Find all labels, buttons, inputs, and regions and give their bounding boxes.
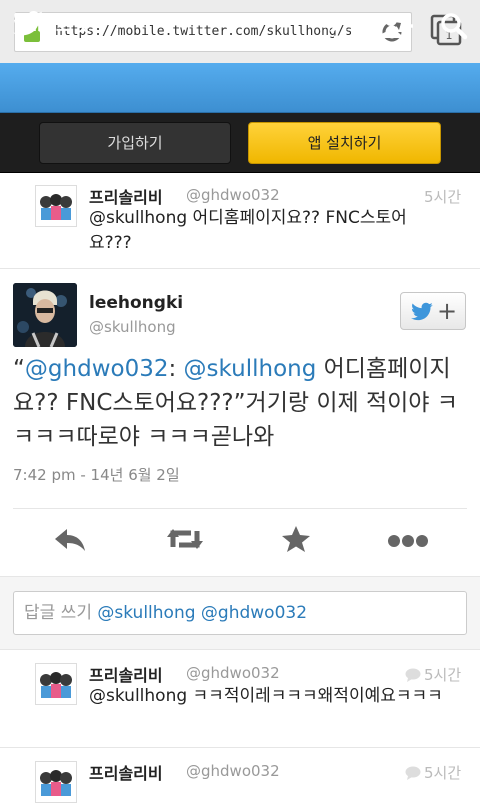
plus-icon: + [437,297,458,325]
avatar[interactable] [35,761,77,803]
divider [0,268,480,269]
search-icon[interactable] [440,12,468,44]
avatar[interactable] [35,185,77,227]
reply-placeholder: 답글 쓰기 [24,603,92,623]
colon-text: : [168,356,184,382]
tweet-time: 5시간 [424,188,462,206]
author-handle[interactable]: @ghdwo032 [186,186,280,204]
tweet-text: “@ghdwo032: @skullhong 어디홈페이지요?? FNC스토어요… [13,352,473,454]
tweet-text: @skullhong ㅋㅋ적이레ㅋㅋㅋ왜적이예요ㅋㅋㅋ [89,686,443,706]
reply-mentions: @skullhong @ghdwo032 [97,603,308,623]
quote-open: “ [13,356,25,382]
author-handle[interactable]: @ghdwo032 [186,762,280,780]
author-name[interactable]: 프리솔리비 [89,184,163,208]
mention-link[interactable]: @skullhong [184,356,317,382]
mention-link[interactable]: @ghdwo032 [25,356,169,382]
favorite-icon[interactable] [281,525,311,557]
tweet-date: 7:42 pm - 14년 6월 2일 [13,466,180,484]
signup-button[interactable]: 가입하기 [39,122,231,164]
author-name[interactable]: 프리솔리비 [89,760,163,784]
tweet-text: @skullhong 어디홈페이지요?? FNC스토어요??? [89,208,407,253]
reply-icon[interactable] [53,525,87,557]
more-icon[interactable] [387,533,429,552]
retweet-icon[interactable] [165,525,205,557]
author-handle[interactable]: @skullhong [89,318,176,336]
install-app-button[interactable]: 앱 설치하기 [248,122,441,164]
avatar[interactable] [35,663,77,705]
avatar[interactable] [13,283,77,347]
tweet-time: 5시간 [424,666,462,684]
page-title: 트윗 [56,14,91,36]
sign-in-icon[interactable] [320,12,348,44]
reply-input[interactable]: 답글 쓰기 @skullhong @ghdwo032 [13,591,467,635]
url-text[interactable]: https://mobile.twitter.com/skullhong/sta… [55,13,351,51]
follow-button[interactable]: + [400,292,466,330]
tweet-time: 5시간 [424,764,462,782]
tweet-actions [13,508,467,571]
author-name[interactable]: 프리솔리비 [89,662,163,686]
twitter-bird-icon [410,302,434,326]
author-name[interactable]: leehongki [89,293,183,313]
twitter-nav-bar [0,63,480,113]
twitter-bird-icon[interactable] [12,10,44,42]
comment-icon [405,765,421,784]
author-handle[interactable]: @ghdwo032 [186,664,280,682]
add-user-icon[interactable] [378,12,414,44]
divider [0,747,480,748]
